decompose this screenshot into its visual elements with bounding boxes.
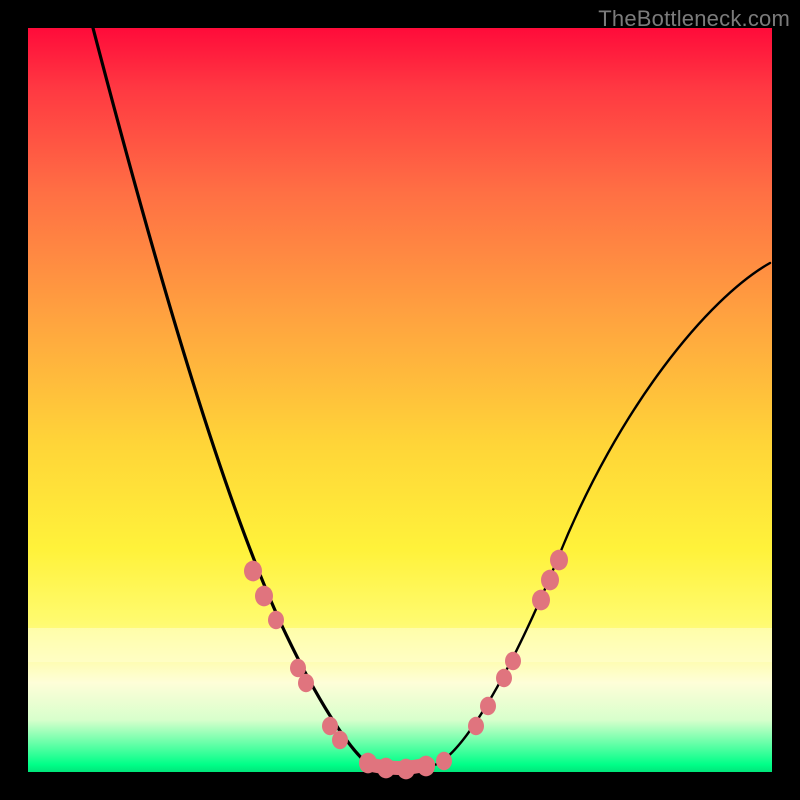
marker-group xyxy=(244,550,568,780)
data-marker xyxy=(332,731,348,749)
chart-plot-area xyxy=(28,28,772,772)
watermark-text: TheBottleneck.com xyxy=(598,6,790,32)
data-marker xyxy=(468,717,484,735)
data-marker xyxy=(377,758,395,779)
data-marker xyxy=(255,586,273,607)
data-marker xyxy=(417,756,435,777)
curve-right-branch xyxy=(418,263,770,768)
data-marker xyxy=(397,759,415,780)
data-marker xyxy=(359,753,377,774)
curve-svg xyxy=(28,28,772,772)
data-marker xyxy=(298,674,314,692)
data-marker xyxy=(480,697,496,715)
data-marker xyxy=(532,590,550,611)
data-marker xyxy=(244,561,262,582)
data-marker xyxy=(505,652,521,670)
data-marker xyxy=(541,570,559,591)
data-marker xyxy=(268,611,284,629)
data-marker xyxy=(436,752,452,770)
data-marker xyxy=(496,669,512,687)
curve-left-branch xyxy=(93,28,398,768)
data-marker xyxy=(550,550,568,571)
